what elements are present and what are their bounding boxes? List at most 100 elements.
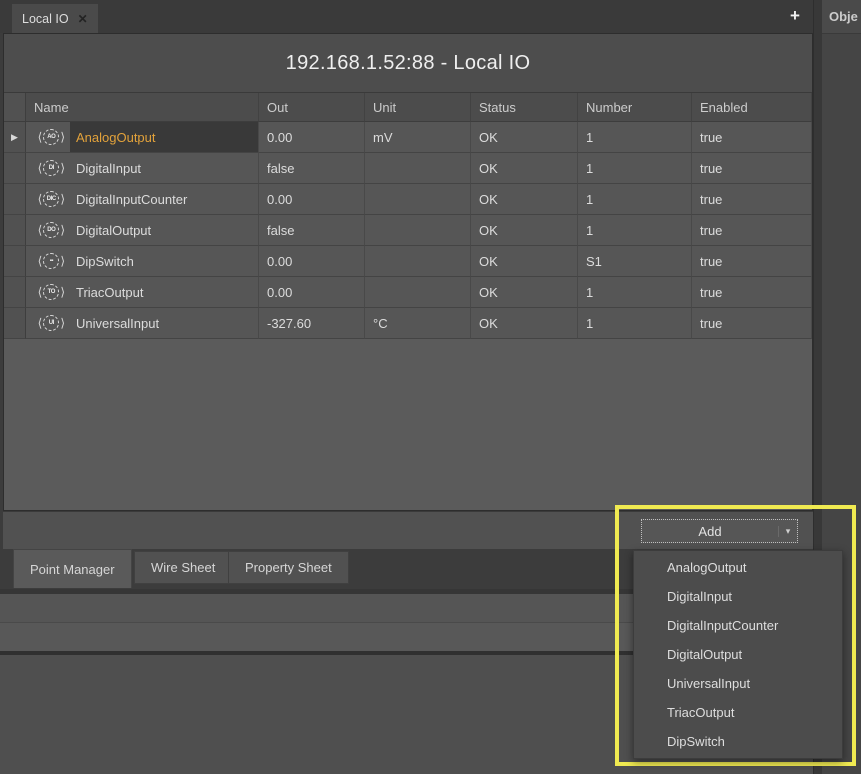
cell-unit[interactable]: °C <box>365 308 471 339</box>
column-header-unit[interactable]: Unit <box>365 93 471 122</box>
triac-output-icon: TO <box>38 284 65 300</box>
cell-number[interactable]: 1 <box>578 122 692 153</box>
cell-number[interactable]: 1 <box>578 308 692 339</box>
menu-item-digital-output[interactable]: DigitalOutput <box>634 640 842 669</box>
point-name[interactable]: DigitalInputCounter <box>70 184 258 214</box>
tab-bar: Local IO ✕ + <box>0 0 816 33</box>
cell-out[interactable]: 0.00 <box>259 122 365 153</box>
row-selector-cell: ▶ <box>4 122 26 153</box>
cell-status[interactable]: OK <box>471 122 578 153</box>
analog-output-icon: AO <box>38 129 65 145</box>
cell-enabled[interactable]: true <box>692 308 812 339</box>
table-row[interactable]: DIC DigitalInputCounter 0.00 OK 1 true <box>4 184 812 215</box>
row-selector-cell <box>4 153 26 184</box>
app-window: Local IO ✕ + Obje 192.168.1.52:88 - Loca… <box>0 0 861 774</box>
digital-input-counter-icon: DIC <box>38 191 65 207</box>
page-title: 192.168.1.52:88 - Local IO <box>286 52 531 75</box>
table-row[interactable]: TO TriacOutput 0.00 OK 1 true <box>4 277 812 308</box>
row-selector-cell <box>4 184 26 215</box>
menu-item-dip-switch[interactable]: DipSwitch <box>634 727 842 756</box>
tab-wire-sheet[interactable]: Wire Sheet <box>134 551 232 584</box>
cell-status[interactable]: OK <box>471 246 578 277</box>
cell-unit[interactable] <box>365 246 471 277</box>
cell-unit[interactable] <box>365 184 471 215</box>
cell-enabled[interactable]: true <box>692 122 812 153</box>
table-row[interactable]: UI UniversalInput -327.60 °C OK 1 true <box>4 308 812 339</box>
cell-name[interactable]: UI UniversalInput <box>26 308 259 339</box>
cell-unit[interactable] <box>365 277 471 308</box>
row-selected-arrow-icon: ▶ <box>11 132 18 143</box>
column-header-enabled[interactable]: Enabled <box>692 93 812 122</box>
cell-status[interactable]: OK <box>471 215 578 246</box>
add-button-label: Add <box>642 524 778 539</box>
close-icon[interactable]: ✕ <box>78 12 88 26</box>
menu-item-universal-input[interactable]: UniversalInput <box>634 669 842 698</box>
cell-enabled[interactable]: true <box>692 246 812 277</box>
cell-enabled[interactable]: true <box>692 184 812 215</box>
cell-enabled[interactable]: true <box>692 153 812 184</box>
row-selector-cell <box>4 277 26 308</box>
cell-out[interactable]: false <box>259 153 365 184</box>
cell-unit[interactable]: mV <box>365 122 471 153</box>
header-gutter <box>4 93 26 122</box>
cell-unit[interactable] <box>365 215 471 246</box>
cell-out[interactable]: 0.00 <box>259 277 365 308</box>
column-header-status[interactable]: Status <box>471 93 578 122</box>
cell-enabled[interactable]: true <box>692 215 812 246</box>
row-selector-cell <box>4 246 26 277</box>
cell-number[interactable]: 1 <box>578 215 692 246</box>
plus-icon: + <box>790 6 800 26</box>
point-name[interactable]: DigitalOutput <box>70 215 258 245</box>
table-row[interactable]: ▶ AO AnalogOutput 0.00 mV OK 1 true <box>4 122 812 153</box>
point-name[interactable]: AnalogOutput <box>70 122 258 152</box>
menu-item-digital-input[interactable]: DigitalInput <box>634 582 842 611</box>
chevron-down-icon: ▾ <box>778 526 797 537</box>
cell-status[interactable]: OK <box>471 277 578 308</box>
cell-out[interactable]: false <box>259 215 365 246</box>
cell-out[interactable]: 0.00 <box>259 184 365 215</box>
column-header-name[interactable]: Name <box>26 93 259 122</box>
cell-out[interactable]: 0.00 <box>259 246 365 277</box>
table-row[interactable]: DI DigitalInput false OK 1 true <box>4 153 812 184</box>
cell-name[interactable]: TO TriacOutput <box>26 277 259 308</box>
point-name[interactable]: TriacOutput <box>70 277 258 307</box>
row-selector-cell <box>4 215 26 246</box>
digital-output-icon: DO <box>38 222 65 238</box>
cell-name[interactable]: AO AnalogOutput <box>26 122 259 153</box>
menu-item-analog-output[interactable]: AnalogOutput <box>634 553 842 582</box>
dip-switch-icon: ▪▪ <box>38 253 65 269</box>
column-header-out[interactable]: Out <box>259 93 365 122</box>
tab-point-manager[interactable]: Point Manager <box>13 549 132 588</box>
menu-item-triac-output[interactable]: TriacOutput <box>634 698 842 727</box>
column-header-number[interactable]: Number <box>578 93 692 122</box>
cell-number[interactable]: 1 <box>578 277 692 308</box>
cell-status[interactable]: OK <box>471 184 578 215</box>
title-bar: 192.168.1.52:88 - Local IO <box>4 34 812 93</box>
point-name[interactable]: DipSwitch <box>70 246 258 276</box>
cell-status[interactable]: OK <box>471 308 578 339</box>
row-selector-cell <box>4 308 26 339</box>
cell-out[interactable]: -327.60 <box>259 308 365 339</box>
cell-unit[interactable] <box>365 153 471 184</box>
cell-name[interactable]: DO DigitalOutput <box>26 215 259 246</box>
cell-name[interactable]: DIC DigitalInputCounter <box>26 184 259 215</box>
table-row[interactable]: ▪▪ DipSwitch 0.00 OK S1 true <box>4 246 812 277</box>
point-name[interactable]: UniversalInput <box>70 308 258 338</box>
point-name[interactable]: DigitalInput <box>70 153 258 183</box>
object-panel-header: Obje <box>822 0 861 34</box>
table-row[interactable]: DO DigitalOutput false OK 1 true <box>4 215 812 246</box>
cell-enabled[interactable]: true <box>692 277 812 308</box>
cell-number[interactable]: S1 <box>578 246 692 277</box>
add-button[interactable]: Add ▾ <box>641 519 798 543</box>
cell-number[interactable]: 1 <box>578 153 692 184</box>
cell-status[interactable]: OK <box>471 153 578 184</box>
cell-name[interactable]: ▪▪ DipSwitch <box>26 246 259 277</box>
menu-item-digital-input-counter[interactable]: DigitalInputCounter <box>634 611 842 640</box>
table-header: Name Out Unit Status Number Enabled <box>4 93 812 122</box>
universal-input-icon: UI <box>38 315 65 331</box>
new-tab-button[interactable]: + <box>782 3 808 29</box>
cell-number[interactable]: 1 <box>578 184 692 215</box>
tab-property-sheet[interactable]: Property Sheet <box>228 551 349 584</box>
cell-name[interactable]: DI DigitalInput <box>26 153 259 184</box>
tab-local-io[interactable]: Local IO ✕ <box>12 4 98 33</box>
